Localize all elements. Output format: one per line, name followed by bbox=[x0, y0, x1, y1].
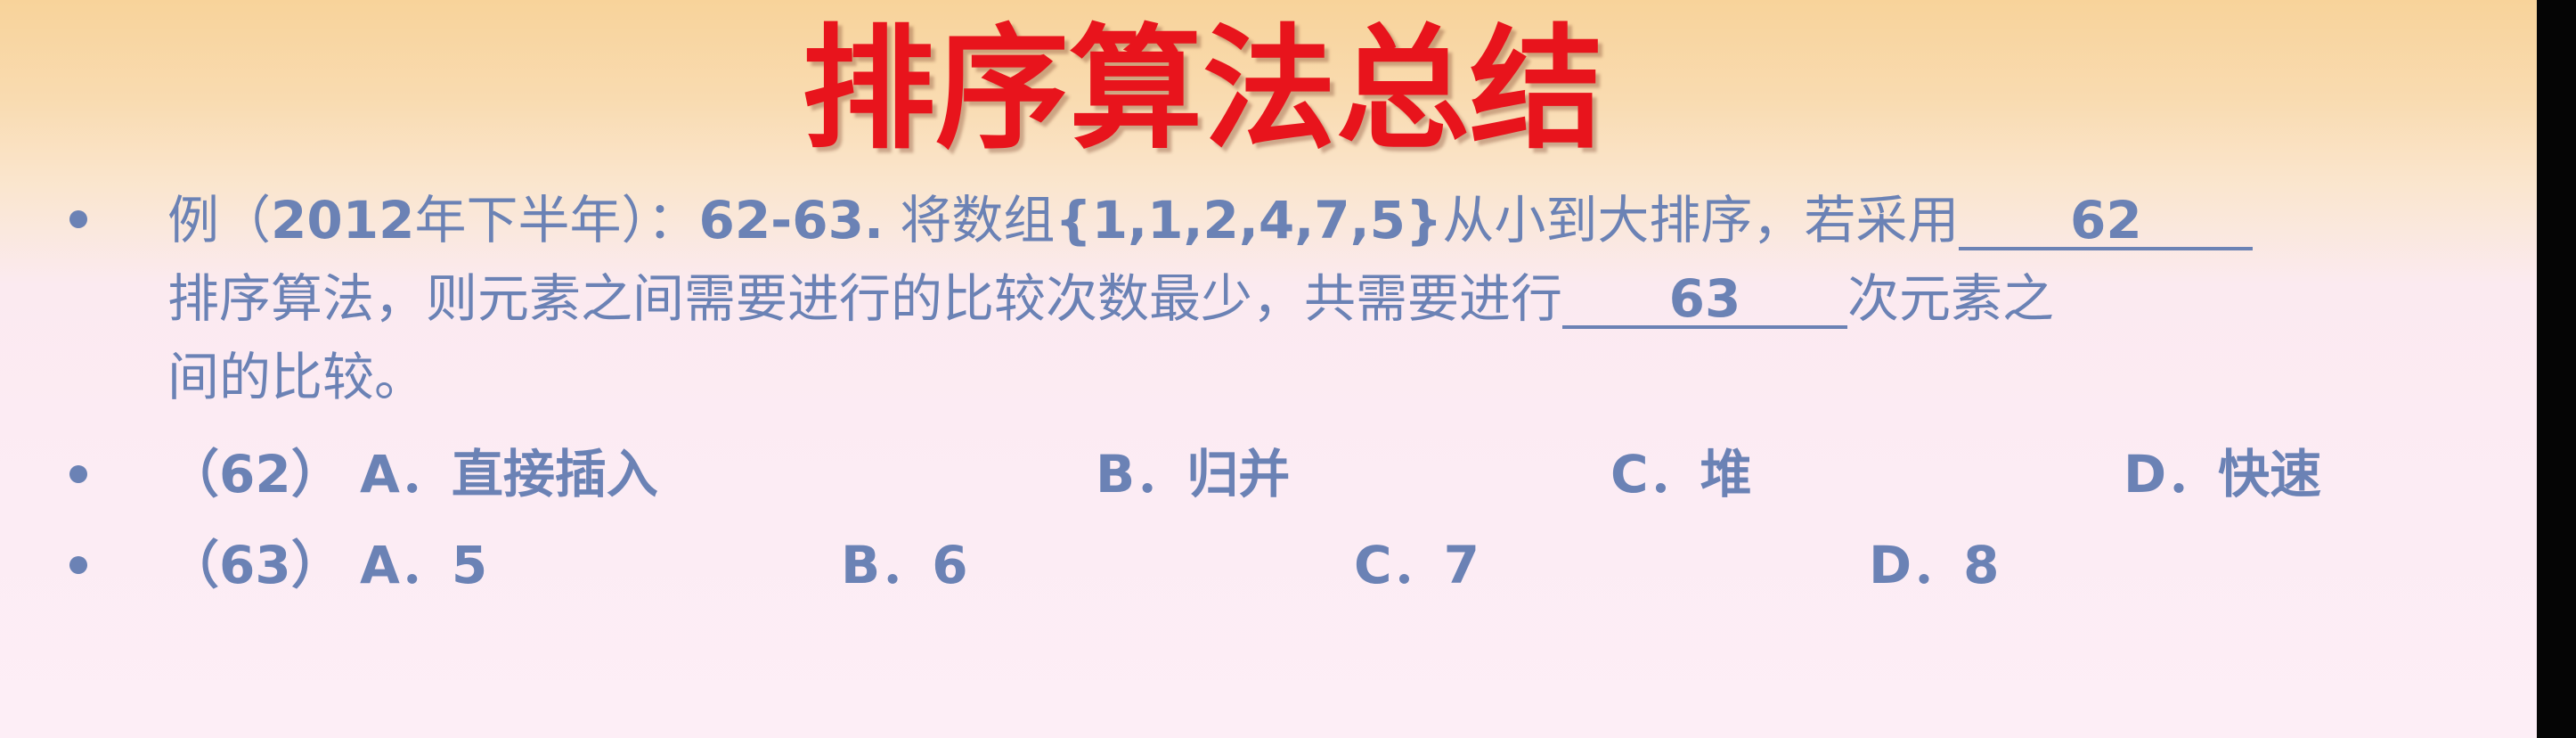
question-prefix: 例（ bbox=[167, 190, 272, 250]
option-62-c-text: C．堆 bbox=[1610, 444, 1752, 504]
option-62-a: A．直接插入 bbox=[360, 443, 658, 505]
slide-title: 排序算法总结 bbox=[801, 11, 1603, 168]
question-text-2: 从小到大排序，若采用 bbox=[1442, 190, 1960, 250]
option-63-a: A．5 bbox=[360, 535, 488, 595]
option-63-d: D．8 bbox=[1869, 535, 2000, 595]
question-line-2: 排序算法，则元素之间需要进行的比较次数最少，共需要进行 63 次元素之 bbox=[167, 267, 2054, 330]
question-array: {1,1,2,4,7,5} bbox=[1055, 190, 1443, 250]
option-62-b-text: B．归并 bbox=[1096, 444, 1291, 504]
question-text-1: 将数组 bbox=[884, 190, 1056, 250]
blank-63: 63 bbox=[1562, 272, 1848, 329]
question-line-3: 间的比较。 bbox=[167, 346, 426, 408]
blank-62: 62 bbox=[1959, 193, 2254, 250]
question-term: 年下半年）： bbox=[414, 190, 699, 250]
options-63-label: （63） bbox=[167, 535, 343, 595]
bullet-options-63 bbox=[69, 556, 87, 574]
option-62-a-text: A．直接插入 bbox=[360, 444, 658, 504]
question-text-4: 次元素之 bbox=[1847, 268, 2055, 329]
question-numbers: 62-63. bbox=[698, 190, 884, 250]
right-border-strip bbox=[2537, 0, 2576, 738]
option-62-d-text: D．快速 bbox=[2124, 444, 2322, 504]
option-62-c: C．堆 bbox=[1610, 443, 1752, 505]
option-62-b: B．归并 bbox=[1096, 443, 1290, 505]
bullet-options-62 bbox=[69, 465, 87, 483]
option-62-d: D．快速 bbox=[2124, 443, 2321, 505]
question-text-5: 间的比较。 bbox=[167, 347, 427, 407]
slide: 排序算法总结 例（2012年下半年）：62-63. 将数组{1,1,2,4,7,… bbox=[0, 0, 2537, 738]
question-line-1: 例（2012年下半年）：62-63. 将数组{1,1,2,4,7,5}从小到大排… bbox=[167, 189, 2254, 251]
option-63-c: C．7 bbox=[1354, 535, 1480, 595]
options-62-label: （62） bbox=[167, 444, 343, 504]
question-year: 2012 bbox=[271, 190, 415, 250]
question-text-3: 排序算法，则元素之间需要进行的比较次数最少，共需要进行 bbox=[167, 268, 1563, 329]
bullet-question bbox=[69, 210, 87, 228]
option-63-b: B．6 bbox=[841, 535, 968, 595]
